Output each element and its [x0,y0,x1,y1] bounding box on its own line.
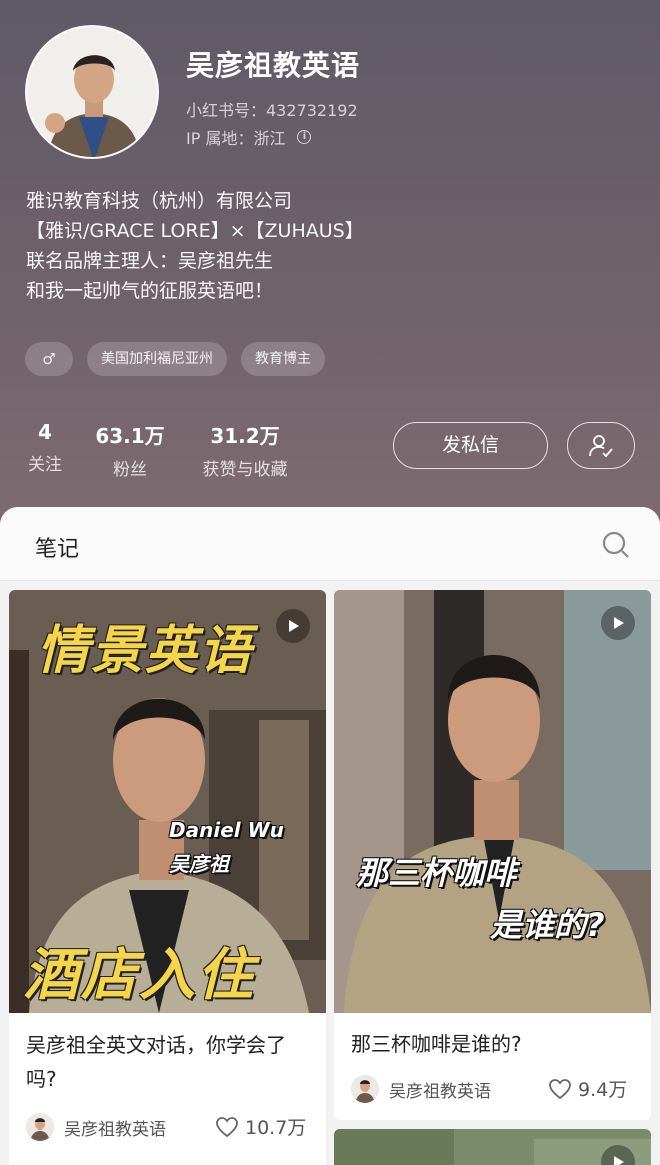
stat-following[interactable]: 4 关注 [24,420,66,475]
note-thumbnail[interactable]: 那三杯咖啡 是谁的? [334,590,651,1013]
note-card[interactable]: 情景英语 Daniel Wu 吴彦祖 酒店入住 吴彦祖全英文对话，你学会了吗? … [9,590,326,1165]
profile-avatar[interactable] [25,25,159,159]
notes-header: 笔记 [0,507,660,581]
thumbnail-caption-name-en: Daniel Wu [169,818,284,842]
user-check-icon [589,434,613,457]
heart-icon [549,1078,571,1099]
profile-header: 吴彦祖教英语 小红书号：432732192 IP 属地：浙江 i 雅识教育科技（… [0,0,660,540]
profile-tags: ♂ 美国加利福尼亚州 教育博主 [25,342,325,376]
thumbnail-caption-line1: 那三杯咖啡 [356,854,517,892]
stat-followers[interactable]: 63.1万 粉丝 [90,420,170,480]
note-card[interactable] [334,1129,651,1165]
bio-line: 雅识教育科技（杭州）有限公司 [26,190,293,212]
profile-name: 吴彦祖教英语 [186,49,361,82]
tag-location[interactable]: 美国加利福尼亚州 [87,342,227,376]
profile-bio: 雅识教育科技（杭州）有限公司 【雅识/GRACE LORE】×【ZUHAUS】 … [26,186,364,306]
note-thumbnail[interactable]: 情景英语 Daniel Wu 吴彦祖 酒店入住 [9,590,326,1013]
stat-following-label: 关注 [28,455,62,475]
note-title[interactable]: 那三杯咖啡是谁的? [351,1027,641,1061]
play-icon [601,606,635,640]
like-count: 10.7万 [245,1117,307,1139]
tab-notes[interactable]: 笔记 [35,531,79,563]
note-card[interactable]: 那三杯咖啡 是谁的? 那三杯咖啡是谁的? 吴彦祖教英语 9.4万 [334,590,651,1120]
stat-likes-count: 31.2万 [210,424,280,448]
thumbnail-caption-bottom: 酒店入住 [23,943,255,1008]
thumbnail-caption-name-cn: 吴彦祖 [169,852,229,876]
follow-button[interactable] [567,422,635,469]
like-count: 9.4万 [578,1079,628,1101]
send-message-button[interactable]: 发私信 [393,422,548,469]
stat-followers-label: 粉丝 [113,460,147,480]
search-button[interactable] [600,529,632,561]
thumbnail-caption-line2: 是谁的? [490,906,605,944]
stat-likes-label: 获赞与收藏 [202,460,288,480]
tag-category[interactable]: 教育博主 [241,342,325,376]
bio-line: 联名品牌主理人：吴彦祖先生 [26,250,274,272]
stat-following-count: 4 [38,420,52,444]
author-name: 吴彦祖教英语 [389,1081,491,1102]
stat-followers-count: 63.1万 [95,424,165,448]
info-icon[interactable]: i [297,130,312,144]
like-button[interactable]: 10.7万 [215,1113,306,1140]
thumbnail-caption-top: 情景英语 [37,621,254,681]
bio-line: 【雅识/GRACE LORE】×【ZUHAUS】 [26,220,364,242]
author-name: 吴彦祖教英语 [64,1119,166,1140]
note-thumbnail[interactable] [334,1129,651,1165]
note-author[interactable]: 吴彦祖教英语 [351,1075,491,1103]
author-avatar [351,1075,379,1103]
search-icon [602,531,629,558]
author-avatar [26,1113,54,1141]
ip-location-row: IP 属地：浙江 i [186,125,312,149]
bio-line: 和我一起帅气的征服英语吧！ [26,280,274,302]
notes-sheet: 笔记 情景英语 Daniel Wu 吴彦祖 酒店入住 吴彦祖全英文对话，你学会了… [0,507,660,1165]
ip-location: IP 属地：浙江 [186,129,286,148]
stat-likes[interactable]: 31.2万 获赞与收藏 [192,420,298,480]
note-title[interactable]: 吴彦祖全英文对话，你学会了吗? [26,1028,316,1096]
heart-icon [216,1116,238,1137]
redbook-id[interactable]: 小红书号：432732192 [186,97,358,121]
like-button[interactable]: 9.4万 [548,1075,627,1102]
play-icon [276,609,310,643]
male-icon: ♂ [25,342,73,376]
note-author[interactable]: 吴彦祖教英语 [26,1113,166,1141]
